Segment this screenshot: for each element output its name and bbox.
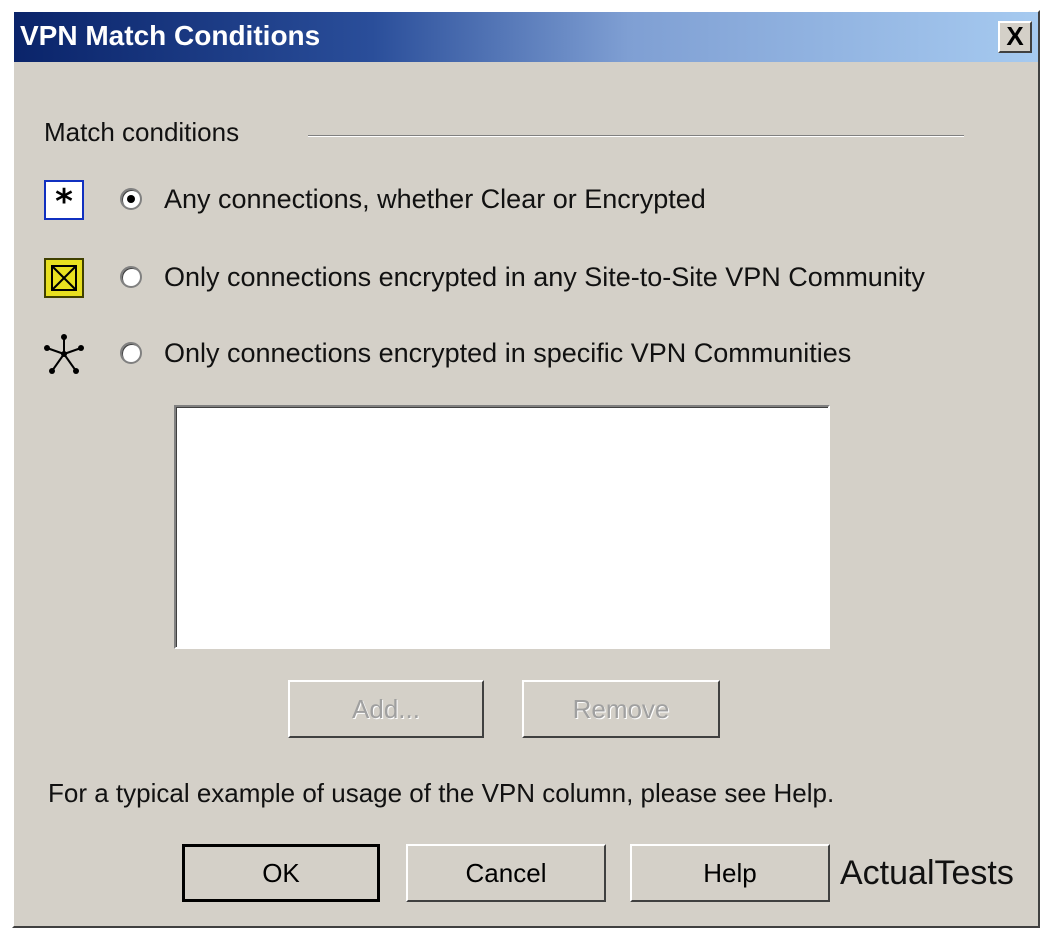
star-network-icon — [44, 334, 84, 374]
match-conditions-label: Match conditions — [44, 117, 240, 147]
add-button[interactable]: Add... — [288, 680, 484, 738]
communities-list[interactable] — [174, 405, 830, 649]
window-title: VPN Match Conditions — [20, 20, 321, 51]
community-box-icon — [44, 258, 84, 298]
ok-button[interactable]: OK — [182, 844, 380, 902]
help-button[interactable]: Help — [630, 844, 830, 902]
vpn-match-conditions-dialog: VPN Match Conditions X Match conditions … — [12, 10, 1040, 928]
close-icon: X — [1006, 21, 1024, 51]
option-site-to-site-community-label: Only connections encrypted in any Site-t… — [164, 262, 925, 292]
group-separator — [308, 135, 964, 137]
cancel-button[interactable]: Cancel — [406, 844, 606, 902]
svg-text:*: * — [55, 182, 73, 220]
radio-site-to-site-community[interactable] — [120, 266, 142, 288]
remove-button[interactable]: Remove — [522, 680, 720, 738]
watermark-text: ActualTests — [840, 854, 1014, 892]
radio-any-connections[interactable] — [120, 188, 142, 210]
option-any-connections-label: Any connections, whether Clear or Encryp… — [164, 184, 706, 214]
radio-specific-communities[interactable] — [120, 342, 142, 364]
help-info-text: For a typical example of usage of the VP… — [48, 778, 835, 808]
title-bar[interactable]: VPN Match Conditions X — [14, 12, 1038, 62]
close-button[interactable]: X — [998, 21, 1032, 53]
asterisk-icon: * — [44, 180, 84, 220]
option-specific-communities-label: Only connections encrypted in specific V… — [164, 338, 852, 368]
